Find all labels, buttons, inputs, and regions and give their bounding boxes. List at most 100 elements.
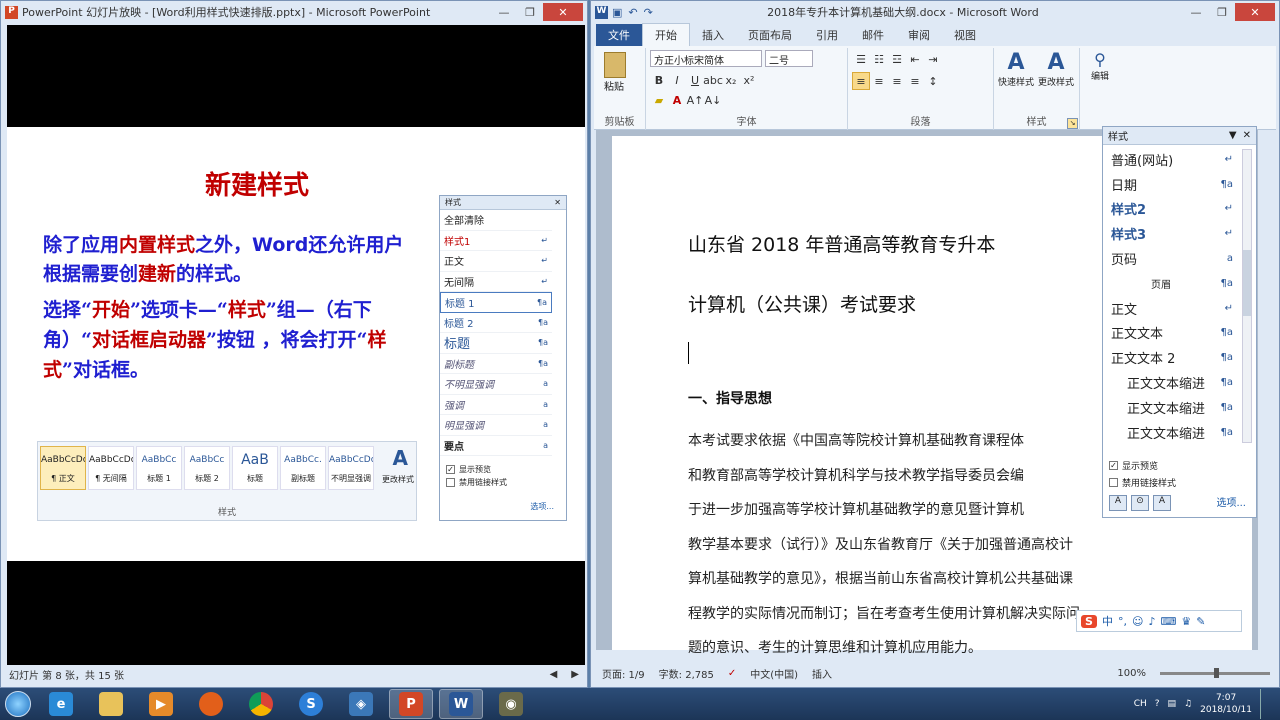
taskbar-app[interactable]: ◈ [339,689,383,719]
slide-show-area[interactable]: 新建样式 除了应用内置样式之外，Word还允许用户根据需要创建新的样式。 选择“… [7,25,585,665]
volume-icon[interactable]: ♫ [1184,699,1192,709]
close-button[interactable]: ✕ [543,3,583,21]
taskbar-sogou[interactable]: S [289,689,333,719]
numbering-icon[interactable]: ☷ [870,50,888,68]
tab-page-layout[interactable]: 页面布局 [736,24,804,46]
show-preview-checkbox[interactable]: ✓ 显示预览 [1109,459,1250,472]
style-item[interactable]: 样式3 ↵ [1103,221,1241,246]
manage-styles-icon[interactable]: A [1153,495,1171,511]
options-link[interactable]: 选项... [1216,494,1246,509]
wrench-icon[interactable]: ✎ [1196,615,1205,628]
scroll-thumb[interactable] [1243,250,1251,316]
word-count[interactable]: 字数: 2,785 [659,666,714,681]
taskbar-recorder[interactable]: ◉ [489,689,533,719]
emoji-icon[interactable]: ☺ [1132,615,1143,628]
taskbar-chrome[interactable] [239,689,283,719]
find-icon[interactable]: ⚲ [1084,50,1116,69]
word-titlebar[interactable]: W ▣ ↶ ↷ 2018年专升本计算机基础大纲.docx - Microsoft… [591,1,1279,23]
style-item[interactable]: 页码 a [1103,246,1241,271]
subscript-button[interactable]: x₂ [722,71,740,89]
font-size-select[interactable]: 二号 [765,50,813,67]
line-spacing-icon[interactable]: ↕ [924,72,942,90]
zoom-slider[interactable] [1160,667,1270,678]
network-icon[interactable]: ▤ [1168,699,1177,709]
tab-mailings[interactable]: 邮件 [850,24,896,46]
new-style-icon[interactable]: A [1109,495,1127,511]
style-item[interactable]: 日期 ¶a [1103,172,1241,197]
edit-button[interactable]: 编辑 [1084,69,1116,82]
style-item[interactable]: 正文文本 ¶a [1103,321,1241,346]
style-item[interactable]: 正文文本缩进 ¶a [1103,420,1241,445]
bullets-icon[interactable]: ☰ [852,50,870,68]
taskbar-ie[interactable]: e [39,689,83,719]
insert-mode[interactable]: 插入 [812,666,832,681]
underline-button[interactable]: U [686,71,704,89]
style-item[interactable]: 样式2 ↵ [1103,197,1241,222]
ppt-titlebar[interactable]: P PowerPoint 幻灯片放映 - [Word利用样式快速排版.pptx]… [1,1,587,23]
tab-home[interactable]: 开始 [642,23,690,46]
show-desktop-button[interactable] [1260,689,1270,719]
font-color-icon[interactable]: A [668,91,686,109]
keyboard-icon[interactable]: ⌨ [1161,615,1177,628]
highlight-icon[interactable]: ▰ [650,91,668,109]
taskbar-explorer[interactable] [89,689,133,719]
align-center-icon[interactable]: ≡ [870,72,888,90]
close-icon[interactable]: ✕ [1243,130,1251,141]
zoom-level[interactable]: 100% [1117,668,1146,679]
shrink-font-icon[interactable]: A↓ [704,91,722,109]
minimize-button[interactable]: — [1183,3,1209,21]
decrease-indent-icon[interactable]: ⇤ [906,50,924,68]
ime-toolbar[interactable]: S 中 °, ☺ ♪ ⌨ ♛ ✎ [1076,610,1242,632]
change-styles-icon[interactable]: A [1038,50,1074,75]
taskbar-media[interactable]: ▶ [139,689,183,719]
mic-icon[interactable]: ♪ [1148,615,1155,628]
taskbar-word[interactable]: W [439,689,483,719]
redo-icon[interactable]: ↷ [644,6,653,19]
grow-font-icon[interactable]: A↑ [686,91,704,109]
style-item[interactable]: 页眉 ¶a [1103,271,1241,296]
skin-icon[interactable]: ♛ [1181,615,1191,628]
paste-button[interactable]: 粘贴 [604,78,641,93]
tab-review[interactable]: 审阅 [896,24,942,46]
taskbar-firefox[interactable] [189,689,233,719]
styles-pane[interactable]: 样式 ▼ ✕ 普通(网站) ↵ 日期 ¶a 样式2 ↵ 样式3 ↵ 页码 a 页眉 ¶a 正文 ↵ 正文文本 ¶a… [1102,126,1257,518]
pane-menu-icon[interactable]: ▼ [1229,130,1237,141]
style-item[interactable]: 正文文本缩进 ¶a [1103,370,1241,395]
tab-references[interactable]: 引用 [804,24,850,46]
tab-file[interactable]: 文件 [596,24,642,46]
punct-icon[interactable]: °, [1118,615,1127,628]
prev-slide-icon[interactable]: ◀ [550,669,558,680]
superscript-button[interactable]: x² [740,71,758,89]
undo-icon[interactable]: ↶ [628,6,637,19]
bold-button[interactable]: B [650,71,668,89]
strikethrough-button[interactable]: abc [703,71,723,89]
quick-styles-button[interactable]: 快速样式 [998,75,1034,88]
start-button[interactable] [0,689,36,719]
disable-linked-checkbox[interactable]: 禁用链接样式 [1109,476,1250,489]
close-button[interactable]: ✕ [1235,3,1275,21]
language[interactable]: 中文(中国) [750,666,798,681]
restore-button[interactable]: ❐ [1209,3,1235,21]
help-icon[interactable]: ? [1155,699,1160,709]
styles-pane-header[interactable]: 样式 ▼ ✕ [1103,127,1256,145]
next-slide-icon[interactable]: ▶ [571,669,579,680]
taskbar-powerpoint[interactable]: P [389,689,433,719]
styles-scrollbar[interactable] [1242,149,1252,443]
paste-icon[interactable] [604,52,626,78]
lang-indicator[interactable]: CH [1134,699,1147,709]
style-item[interactable]: 正文文本缩进 ¶a [1103,395,1241,420]
increase-indent-icon[interactable]: ⇥ [924,50,942,68]
font-name-select[interactable]: 方正小标宋简体 [650,50,762,67]
justify-icon[interactable]: ≡ [906,72,924,90]
save-icon[interactable]: ▣ [612,6,622,19]
change-styles-button[interactable]: 更改样式 [1038,75,1074,88]
style-item[interactable]: 正文 ↵ [1103,296,1241,321]
page-counter[interactable]: 页面: 1/9 [602,666,645,681]
italic-button[interactable]: I [668,71,686,89]
style-item[interactable]: 普通(网站) ↵ [1103,147,1241,172]
style-item[interactable]: 正文文本 2 ¶a [1103,345,1241,370]
ime-mode[interactable]: 中 [1102,613,1113,629]
minimize-button[interactable]: — [491,3,517,21]
align-right-icon[interactable]: ≡ [888,72,906,90]
quick-styles-icon[interactable]: A [998,50,1034,75]
